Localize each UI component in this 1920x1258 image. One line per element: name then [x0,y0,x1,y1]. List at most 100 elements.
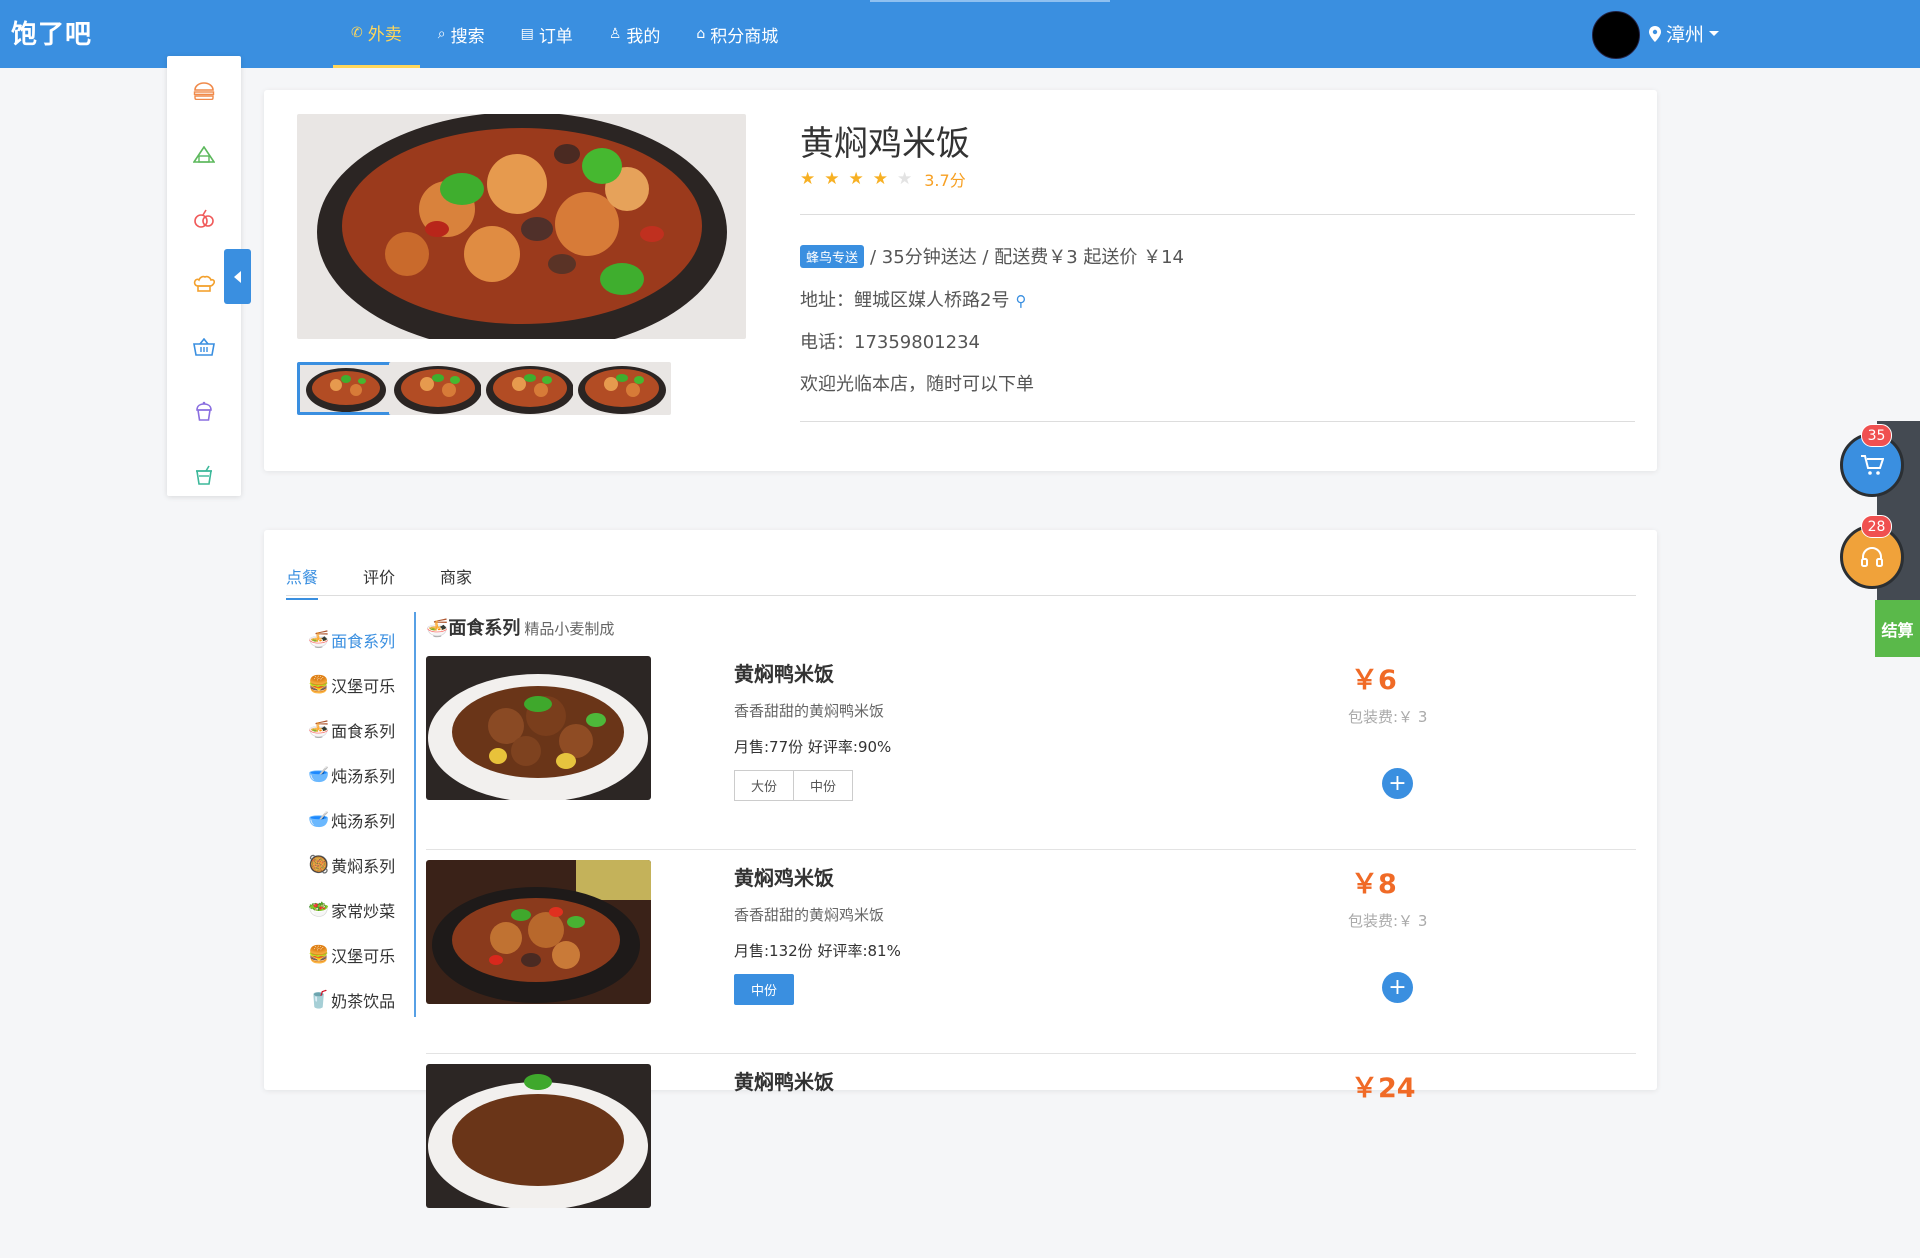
category-item[interactable]: 🥤 奶茶饮品 [308,977,395,1022]
dish-photo [426,860,651,1004]
category-item[interactable]: 🍜 面食系列 [308,707,395,752]
category-label: 面食系列 [331,631,396,651]
add-to-cart-button[interactable]: + [1382,972,1413,1003]
dish-item: 黄焖鸡米饭 香香甜甜的黄焖鸡米饭 月售:132份 好评率:81% 中份 ￥8 包… [426,850,1636,1054]
search-icon: ⌕ [437,26,446,42]
packing-fee: 包装费:￥ 3 [1348,708,1428,726]
thumbnail[interactable] [481,362,579,415]
nav-label: 外卖 [367,25,402,45]
noodle-icon: 🍜 [308,629,330,650]
dish-desc: 香香甜甜的黄焖鸡米饭 [734,906,885,924]
section-title: 面食系列 [448,618,521,639]
delivery-text: / 35分钟送达 / 配送费￥3 起送价 ￥14 [870,247,1185,268]
category-item[interactable]: 🍔 汉堡可乐 [308,932,395,977]
menu-card: 点餐 评价 商家 🍜 面食系列 🍔 汉堡可乐 🍜 面食系列 🥣 炖汤系列 🥣 炖汤系列 🥘… [264,530,1657,1208]
category-label: 家常炒菜 [331,901,396,921]
spec-option-selected[interactable]: 中份 [734,974,795,1005]
nav-item-points-mall[interactable]: ⌂ 积分商城 [678,0,796,68]
cart-count-badge: 35 [1861,424,1892,447]
shop-info-card: 黄焖鸡米饭 ★ ★ ★ ★ ★ 3.7分 蜂鸟专送 / 35分钟送达 / 配送费… [264,90,1657,471]
rating-stars: ★ ★ ★ ★ ★ 3.7分 [800,167,966,191]
dish-name[interactable]: 黄焖鸭米饭 [734,658,834,687]
dish-price: ￥24 [1351,1073,1416,1104]
top-navbar: 饱了吧 ✆ 外卖 ⌕ 搜索 ▤ 订单 ♙ 我的 ⌂ 积分商城 漳州 [0,0,1920,68]
city-selector[interactable]: 漳州 [1648,20,1720,47]
nav-item-mine[interactable]: ♙ 我的 [591,0,679,68]
category-list: 🍜 面食系列 🍔 汉堡可乐 🍜 面食系列 🥣 炖汤系列 🥣 炖汤系列 🥘 黄焖系列 🥗 家常炒… [308,617,395,1022]
fruit-icon[interactable] [167,204,241,234]
collapse-rail-button[interactable] [224,249,251,304]
star-icon: ★ [800,169,816,189]
dish-price: ￥6 [1351,665,1397,696]
category-label: 炖汤系列 [331,766,396,786]
burger-icon: 🍔 [308,674,330,695]
category-divider [414,612,416,1017]
user-icon: ♙ [608,26,622,42]
shop-phone: 电话：17359801234 [800,332,980,353]
star-icon: ★ [824,169,840,189]
section-header: 🍜 面食系列 精品小麦制成 [426,614,614,640]
stew-icon: 🥘 [308,854,330,875]
category-item[interactable]: 🥘 黄焖系列 [308,842,395,887]
dish-sales: 月售:132份 好评率:81% [734,942,901,960]
star-empty-icon: ★ [897,169,913,189]
divider [800,214,1635,215]
star-icon: ★ [848,169,864,189]
category-item[interactable]: 🥣 炖汤系列 [308,752,395,797]
dish-photo [426,1064,651,1208]
cart-icon [1861,455,1884,475]
spec-option[interactable]: 大份 [734,770,795,801]
headset-icon [1861,547,1883,567]
thumbnail[interactable] [297,362,395,415]
spec-options: 大份 中份 [734,770,854,801]
riceball-icon[interactable] [167,140,241,170]
add-to-cart-button[interactable]: + [1382,768,1413,799]
milktea-icon: 🥤 [308,989,330,1010]
dish-item: 黄焖鸭米饭 香香甜甜的黄焖鸭米饭 月售:77份 好评率:90% 大份 中份 ￥6… [426,646,1636,850]
burger-icon[interactable] [167,76,241,106]
drink-icon[interactable] [167,460,241,490]
map-pin-icon[interactable]: ⚲ [1015,292,1026,310]
nav-item-search[interactable]: ⌕ 搜索 [420,0,503,68]
category-item[interactable]: 🥣 炖汤系列 [308,797,395,842]
category-label: 汉堡可乐 [331,946,396,966]
shop-notice: 欢迎光临本店，随时可以下单 [800,374,1034,395]
thumbnail[interactable] [573,362,671,415]
thumbnail[interactable] [389,362,487,415]
category-item[interactable]: 🍔 汉堡可乐 [308,662,395,707]
divider [800,421,1635,422]
caret-down-icon [1709,30,1720,36]
top-highlight [870,0,1110,2]
star-icon: ★ [872,169,888,189]
dish-item: 黄焖鸭米饭 ￥24 [426,1054,1636,1258]
delivery-badge: 蜂鸟专送 [800,244,865,268]
avatar[interactable] [1592,11,1640,59]
vegetable-icon: 🥗 [308,899,330,920]
burger-icon: 🍔 [308,944,330,965]
nav-label: 我的 [626,26,661,47]
basket-icon[interactable] [167,332,241,362]
nav-item-takeout[interactable]: ✆ 外卖 [333,0,420,68]
noodle-icon: 🍜 [308,719,330,740]
city-name: 漳州 [1666,24,1705,46]
dish-photo [426,656,651,800]
dish-sales: 月售:77份 好评率:90% [734,738,892,756]
brand-logo[interactable]: 饱了吧 [11,14,92,51]
nav-label: 积分商城 [710,26,779,47]
category-item[interactable]: 🥗 家常炒菜 [308,887,395,932]
caret-left-icon [234,270,241,283]
soup-icon: 🥣 [308,764,330,785]
soup-icon: 🥣 [308,809,330,830]
dish-name[interactable]: 黄焖鸭米饭 [734,1066,834,1095]
spec-option[interactable]: 中份 [794,770,854,801]
nav-item-orders[interactable]: ▤ 订单 [503,0,591,68]
shop-name: 黄焖鸡米饭 [800,124,970,164]
checkout-button[interactable]: 结算 [1875,600,1920,657]
cake-icon[interactable] [167,396,241,426]
shop-address: 地址：鲤城区媒人桥路2号 ⚲ [800,286,1026,312]
nav-label: 搜索 [450,26,485,47]
rating-score: 3.7分 [924,171,966,190]
location-pin-icon [1649,25,1661,42]
category-item[interactable]: 🍜 面食系列 [308,617,395,662]
dish-name[interactable]: 黄焖鸡米饭 [734,862,834,891]
